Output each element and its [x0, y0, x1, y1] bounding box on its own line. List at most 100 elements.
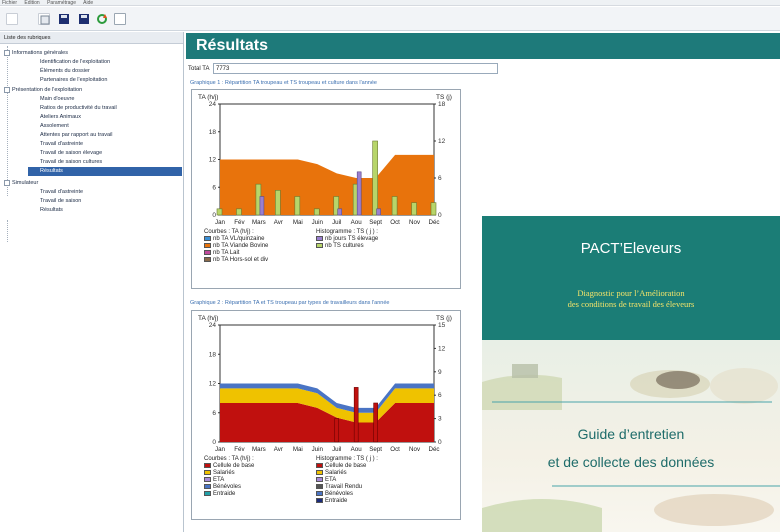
legend-histogram: Histogramme : TS ( j ) : Cellule de base S… [316, 456, 378, 505]
bar-ts-elevage [376, 208, 381, 216]
legend-item: nb TA Viande Bovine [204, 243, 268, 250]
y-tick-left: 12 [209, 157, 217, 164]
bar-ts-base [334, 418, 340, 443]
y-tick-right: 9 [438, 369, 442, 376]
y-tick-left: 18 [209, 129, 217, 136]
save-icon[interactable] [58, 13, 70, 25]
bar-ts-cultures [411, 202, 417, 216]
graph2-title: Graphique 2 : Répartition TA et TS troup… [190, 300, 390, 306]
bar-ts-cultures [430, 202, 437, 216]
menu-help[interactable]: Aide [83, 0, 93, 5]
sidebar-item[interactable]: Éléments du dossier [40, 67, 90, 76]
sidebar-item[interactable]: Identification de l'exploitation [40, 58, 110, 67]
guide-title-line1: Guide d’entretien [577, 426, 685, 442]
sidebar-item[interactable]: Travail de saison cultures [40, 158, 102, 167]
x-tick-label: Mai [293, 446, 303, 453]
menu-edit[interactable]: Édition [24, 0, 39, 5]
sidebar-item[interactable]: Travail d'astreinte [40, 140, 83, 149]
bar-ts-base [373, 402, 378, 443]
expand-toggle-icon[interactable] [4, 180, 10, 186]
y-tick-left: 18 [209, 351, 217, 358]
total-ta-field[interactable]: 7773 [213, 63, 498, 74]
menu-settings[interactable]: Paramétrage [47, 0, 76, 5]
sidebar-item[interactable]: Présentation de l'exploitation [12, 86, 82, 95]
y-tick-left: 6 [212, 184, 216, 191]
x-tick-label: Mars [252, 219, 266, 226]
bar-ts-cultures [216, 208, 223, 216]
legend-item: Cellule de base [204, 463, 254, 470]
menu-file[interactable]: Fichier [2, 0, 17, 5]
legend-item: nb TA Lait [204, 250, 268, 257]
y-tick-right: 12 [438, 138, 446, 145]
x-tick-label: Avr [274, 446, 283, 453]
x-tick-label: Jan [215, 446, 226, 453]
sidebar-item[interactable]: Résultats [28, 167, 182, 176]
sidebar-item[interactable]: Partenaires de l'exploitation [40, 76, 107, 85]
bar-ts-cultures [275, 190, 281, 216]
y-tick-left: 12 [209, 381, 217, 388]
bar-ts-cultures [372, 140, 378, 216]
page-title: Résultats [186, 33, 780, 59]
sidebar-item[interactable]: Simulateur [12, 179, 38, 188]
save-as-icon[interactable] [78, 13, 90, 25]
x-tick-label: Oct [390, 219, 400, 226]
legend-curves: Courbes : TA (h/j) : nb TA VL/quinzaine nb… [204, 229, 268, 264]
sidebar-item[interactable]: Main d'oeuvre [40, 95, 74, 104]
expand-toggle-icon[interactable] [4, 50, 10, 56]
x-tick-label: Juin [312, 446, 324, 453]
y-tick-left: 24 [209, 322, 217, 329]
legend-item: Entraide [316, 498, 378, 505]
legend-curves-title: Courbes : TA (h/j) : [204, 229, 254, 235]
y-tick-right: 3 [438, 416, 442, 423]
x-tick-label: Oct [390, 446, 400, 453]
sidebar-item[interactable]: Assolement [40, 122, 69, 131]
x-tick-label: Déc [428, 446, 439, 453]
x-tick-label: Aou [351, 446, 363, 453]
legend-item: Bénévoles [204, 484, 254, 491]
x-tick-label: Nov [409, 446, 421, 453]
x-tick-label: Jan [215, 219, 226, 226]
window-icon[interactable] [114, 13, 126, 25]
open-icon[interactable] [38, 13, 50, 25]
legend-item: Salariés [204, 470, 254, 477]
x-tick-label: Déc [428, 219, 439, 226]
legend-item: nb TA VL/quinzaine [204, 236, 268, 243]
legend-item: ETA [204, 477, 254, 484]
sidebar-item[interactable]: Attentes par rapport au travail [40, 131, 112, 140]
legend-histogram-title: Histogramme : TS ( j ) : [316, 456, 378, 462]
guide-title-line2: et de collecte des données [547, 454, 715, 470]
brochure-subtitle-line1: Diagnostic pour l’Amélioration [577, 288, 685, 298]
x-tick-label: Fév [234, 446, 245, 453]
y-tick-left: 0 [212, 439, 216, 446]
sidebar-item[interactable]: Travail d'astreinte [40, 188, 83, 197]
expand-toggle-icon[interactable] [4, 87, 10, 93]
bar-ts-cultures [313, 208, 320, 216]
bar-ts-cultures [294, 196, 301, 216]
bar-ts-elevage [356, 171, 362, 216]
legend-item: nb TA Hors-sol et div [204, 257, 268, 264]
legend-curves: Courbes : TA (h/j) : Cellule de base Salar… [204, 456, 254, 498]
legend-item: Salariés [316, 470, 378, 477]
sidebar-item[interactable]: Ratios de productivité du travail [40, 104, 117, 113]
x-tick-label: Mai [293, 219, 303, 226]
legend-histogram: Histogramme : TS ( j ) : nb jours TS élev… [316, 229, 378, 250]
x-tick-label: Aou [351, 219, 363, 226]
x-tick-label: Juil [332, 446, 341, 453]
bar-ts-elevage [259, 196, 265, 216]
sidebar-item[interactable]: Travail de saison élevage [40, 149, 102, 158]
y-tick-right: 15 [438, 322, 446, 329]
legend-curves-title: Courbes : TA (h/j) : [204, 456, 254, 462]
chart-2: TA (h/j) TS (j) 24 18 12 6 0 15 12 9 6 3 0 Jan Fév Mars… [191, 310, 461, 520]
sidebar: Liste des rubriques Informations général… [0, 32, 184, 532]
refresh-icon[interactable] [96, 13, 108, 25]
sidebar-item[interactable]: Informations générales [12, 49, 68, 58]
sidebar-item[interactable]: Ateliers Animaux [40, 113, 81, 122]
new-icon[interactable] [6, 13, 18, 25]
sidebar-item[interactable]: Travail de saison [40, 197, 81, 206]
sidebar-item[interactable]: Résultats [40, 206, 63, 215]
x-tick-label: Sept [369, 446, 382, 453]
x-tick-label: Juin [312, 219, 324, 226]
total-ta-label: Total TA [188, 66, 210, 72]
left-axis-label: TA (h/j) [198, 315, 218, 322]
x-tick-label: Juil [332, 219, 341, 226]
